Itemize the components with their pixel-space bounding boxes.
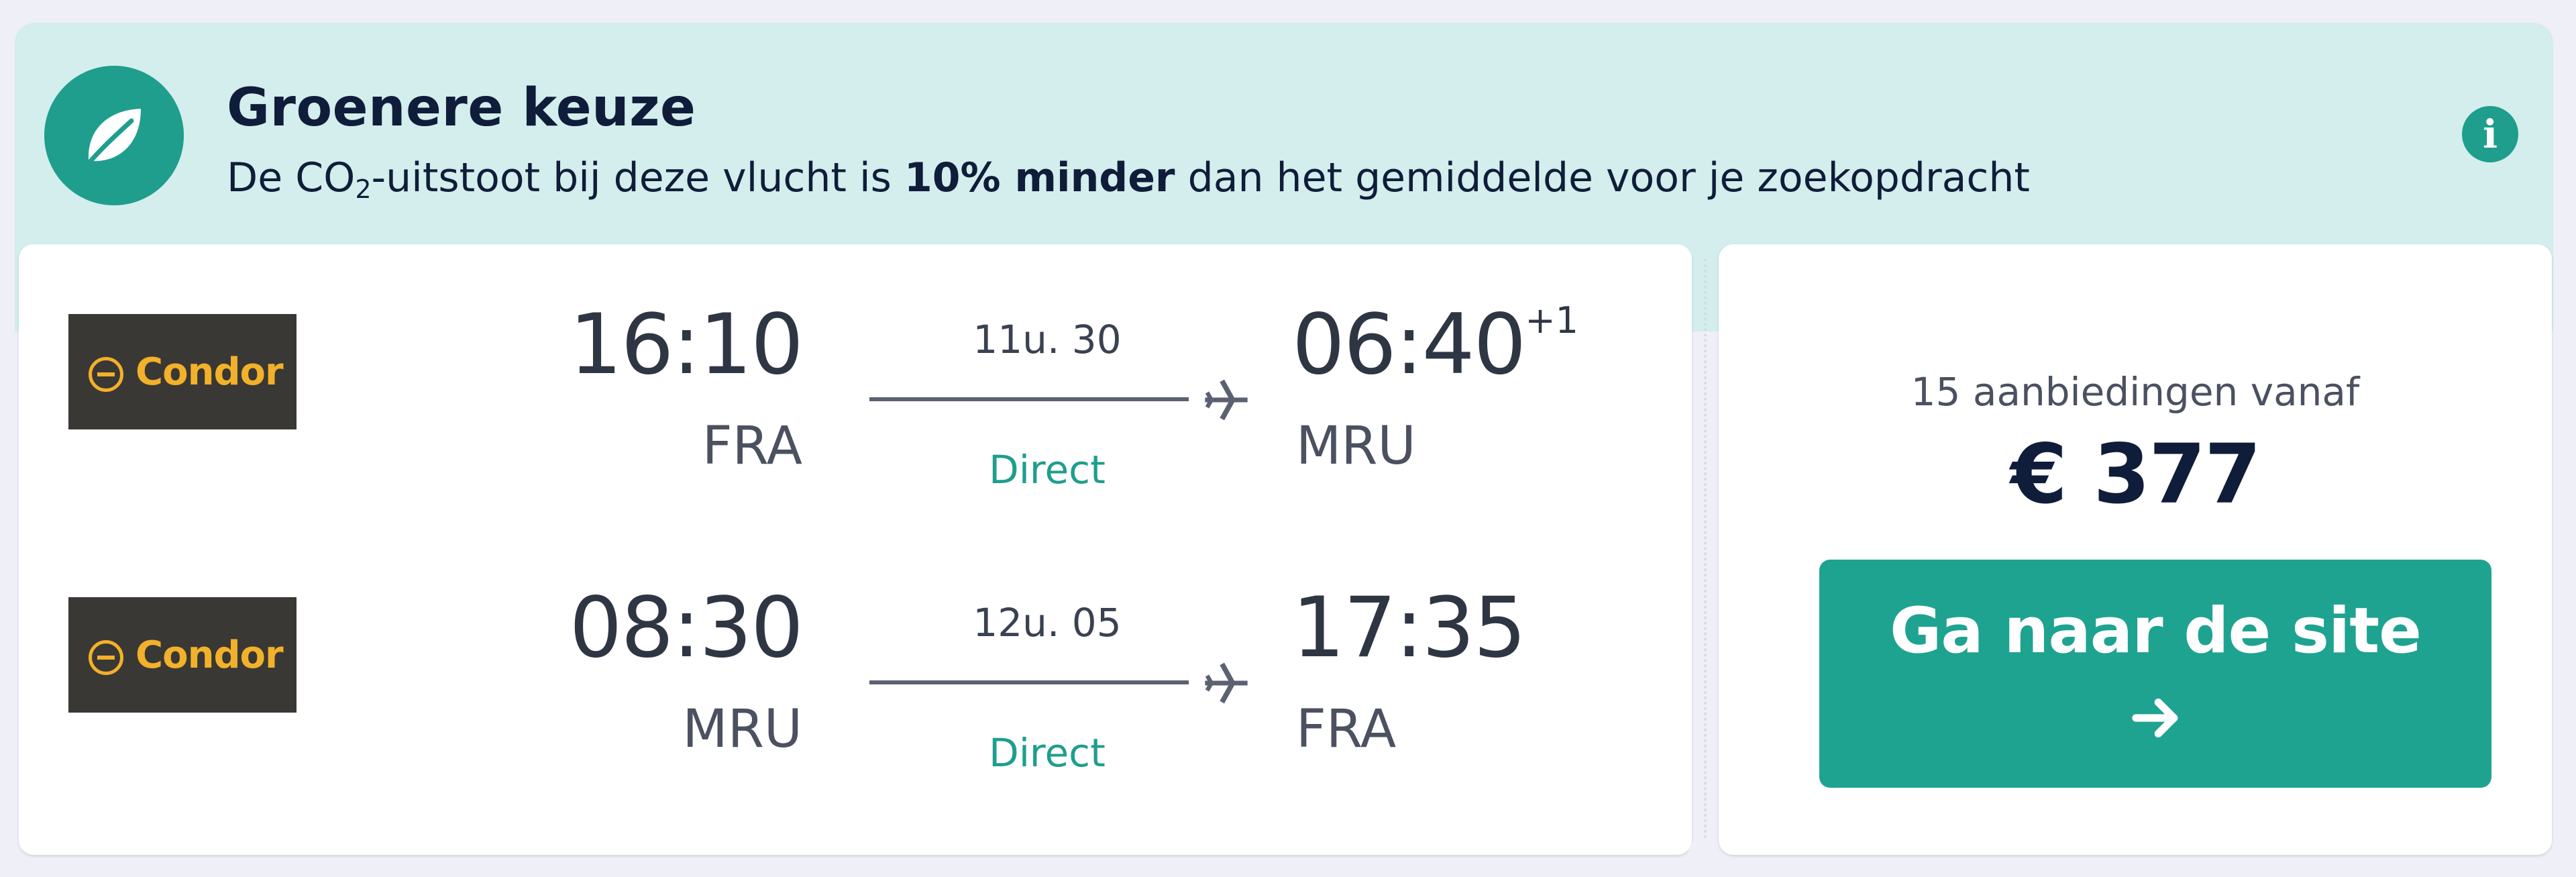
route-line xyxy=(869,680,1189,684)
route-line xyxy=(869,397,1189,401)
flight-duration: 11u. 30 xyxy=(973,317,1122,362)
arrival-time: 17:35 xyxy=(1292,580,1526,676)
arrival-time: 06:40+1 xyxy=(1292,297,1578,393)
arrival-airport: MRU xyxy=(1296,416,1416,476)
go-to-site-label: Ga naar de site xyxy=(1890,595,2422,668)
plane-icon xyxy=(1205,379,1248,421)
stops-label: Direct xyxy=(989,730,1106,776)
stops-label: Direct xyxy=(989,447,1106,493)
price-panel: 15 aanbiedingen vanaf € 377 Ga naar de s… xyxy=(1719,244,2552,855)
offers-count: 15 aanbiedingen vanaf xyxy=(1911,369,2360,415)
condor-logo-icon xyxy=(89,357,123,392)
price: € 377 xyxy=(2010,427,2261,522)
banner-description: De CO2-uitstoot bij deze vlucht is 10% m… xyxy=(227,154,2030,204)
flight-result-card: Groenere keuze De CO2-uitstoot bij deze … xyxy=(15,23,2553,872)
card-separator xyxy=(1704,259,1707,839)
return-leg: Condor 08:30 MRU 12u. 05 Direct 17:35 FR… xyxy=(19,527,1692,809)
info-icon[interactable]: i xyxy=(2462,106,2518,162)
itinerary-card[interactable]: Condor 16:10 FRA 11u. 30 Direct 06:40+1 … xyxy=(19,244,1692,855)
arrow-right-icon xyxy=(2132,699,2178,737)
flight-duration: 12u. 05 xyxy=(973,600,1122,646)
plane-icon xyxy=(1205,662,1248,704)
airline-logo: Condor xyxy=(68,314,297,429)
airline-logo: Condor xyxy=(68,597,297,713)
banner-title: Groenere keuze xyxy=(227,78,696,138)
departure-time: 08:30 xyxy=(569,580,804,676)
condor-logo-icon xyxy=(89,640,123,675)
outbound-leg: Condor 16:10 FRA 11u. 30 Direct 06:40+1 … xyxy=(19,244,1692,526)
departure-time: 16:10 xyxy=(569,297,804,393)
card-notch xyxy=(1688,837,1723,872)
card-notch xyxy=(1688,227,1723,262)
departure-airport: MRU xyxy=(682,699,802,760)
arrival-airport: FRA xyxy=(1296,699,1397,760)
leaf-icon xyxy=(44,66,184,205)
go-to-site-button[interactable]: Ga naar de site xyxy=(1819,560,2491,788)
day-offset: +1 xyxy=(1525,299,1578,342)
departure-airport: FRA xyxy=(702,416,802,476)
